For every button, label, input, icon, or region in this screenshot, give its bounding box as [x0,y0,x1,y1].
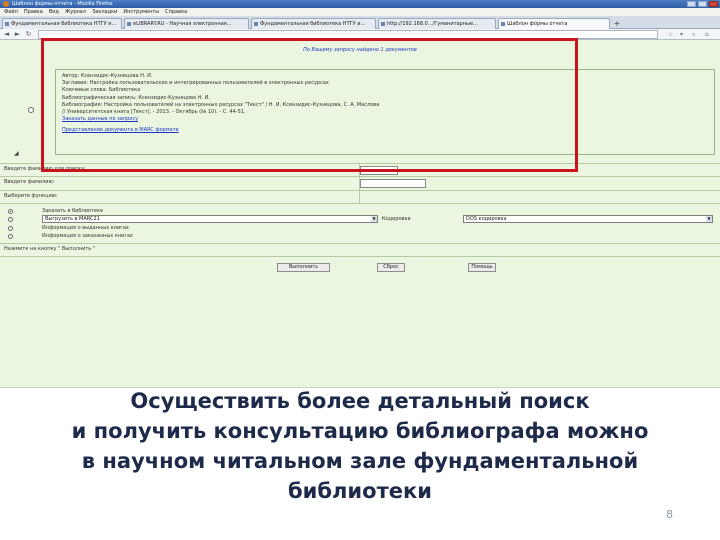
caption-line: Осуществить более детальный поиск [130,389,590,413]
firefox-icon [3,1,9,7]
tab-report-template[interactable]: Шаблон формы отчета [498,18,610,29]
dropdown-icon[interactable]: ▾ [680,30,683,39]
tab-favicon [501,22,505,26]
tab-favicon [254,22,258,26]
tab-library-1[interactable]: Фундаментальная библиотека НТГУ и... [2,18,122,29]
export-format-value: Выгрузить в MARC21 [45,216,100,222]
encoding-select[interactable]: DOS кодировка ▼ [463,215,713,223]
function-radio[interactable] [8,234,13,239]
menu-file[interactable]: Файл [4,8,18,16]
forward-icon[interactable]: ► [13,30,22,39]
window-titlebar: Шаблон формы отчета - Mozilla Firefox [0,0,720,8]
menu-help[interactable]: Справка [165,8,187,16]
tab-favicon [127,22,131,26]
reload-icon[interactable]: ↻ [24,30,33,39]
export-format-select[interactable]: Выгрузить в MARC21 ▼ [42,215,378,223]
chevron-down-icon: ▼ [706,216,712,222]
menu-bar: Файл Правка Вид Журнал Закладки Инструме… [0,8,720,16]
search-icon[interactable]: ⌕ [692,30,695,39]
encoding-label: Кодировка [382,216,411,222]
function-radio[interactable] [8,209,13,214]
resize-handle-icon: ◢ [14,150,19,157]
record-select-radio[interactable] [28,107,34,113]
form-row-function: Выберите функцию: [0,191,720,203]
bookmark-star-icon[interactable]: ☆ [668,30,673,39]
new-tab-icon[interactable]: + [612,19,622,28]
help-button[interactable]: Помощь [468,263,496,272]
back-icon[interactable]: ◄ [2,30,11,39]
function-option-label: Заказать в библиотеке [42,208,104,214]
function-radio[interactable] [8,217,13,222]
run-button[interactable]: Выполнить [277,263,330,272]
caption-line: и получить консультацию библиографа можн… [71,419,649,443]
tab-library-2[interactable]: Фундаментальная библиотека НТГУ и... [251,18,376,29]
tab-label: Фундаментальная библиотека НТГУ и... [11,21,117,27]
caption-line: библиотеки [288,479,432,503]
tab-favicon [381,22,385,26]
tab-local[interactable]: http://192.168.0.../Гуманитарные... [378,18,496,29]
window-controls [687,1,718,7]
chevron-down-icon: ▼ [371,216,377,222]
close-button[interactable] [709,1,718,7]
tab-label: eLIBRARY.RU - Научная электронная... [133,21,232,27]
function-radio[interactable] [8,226,13,231]
red-highlight-frame [41,38,578,172]
slide-page-number: 8 [666,508,673,521]
window-title: Шаблон формы отчета - Mozilla Firefox [12,1,113,7]
surname-input[interactable] [360,179,426,188]
tab-label: Фундаментальная библиотека НТГУ и... [260,21,366,27]
function-option-label: Информация о заказанных книгах [42,233,134,239]
tab-label: http://192.168.0.../Гуманитарные... [387,21,478,27]
tab-favicon [5,22,9,26]
menu-view[interactable]: Вид [49,8,59,16]
slide-caption: Осуществить более детальный поиск и полу… [40,386,680,506]
minimize-button[interactable] [687,1,696,7]
surname-label: Введите фамилию: [4,179,55,185]
menu-history[interactable]: Журнал [65,8,86,16]
caption-line: в научном читальном зале фундаментальной [81,449,639,473]
encoding-value: DOS кодировка [466,216,507,222]
menu-edit[interactable]: Правка [24,8,43,16]
function-option-label: Информация о выданных книгах [42,225,129,231]
tab-label: Шаблон формы отчета [507,21,568,27]
menu-bookmarks[interactable]: Закладки [92,8,117,16]
menu-tools[interactable]: Инструменты [123,8,159,16]
tab-strip: Фундаментальная библиотека НТГУ и... eLI… [0,16,720,29]
reset-button[interactable]: Сброс [377,263,405,272]
maximize-button[interactable] [698,1,707,7]
submit-hint-label: Нажмите на кнопку " Выполнить " [4,246,96,252]
form-row-surname: Введите фамилию: [0,177,720,189]
form-row-submit-hint: Нажмите на кнопку " Выполнить " [0,244,720,256]
function-option[interactable]: Информация о заказанных книгах [8,233,488,242]
tab-elibrary[interactable]: eLIBRARY.RU - Научная электронная... [124,18,249,29]
function-label: Выберите функцию: [4,193,58,199]
home-icon[interactable]: ⌂ [705,30,709,39]
